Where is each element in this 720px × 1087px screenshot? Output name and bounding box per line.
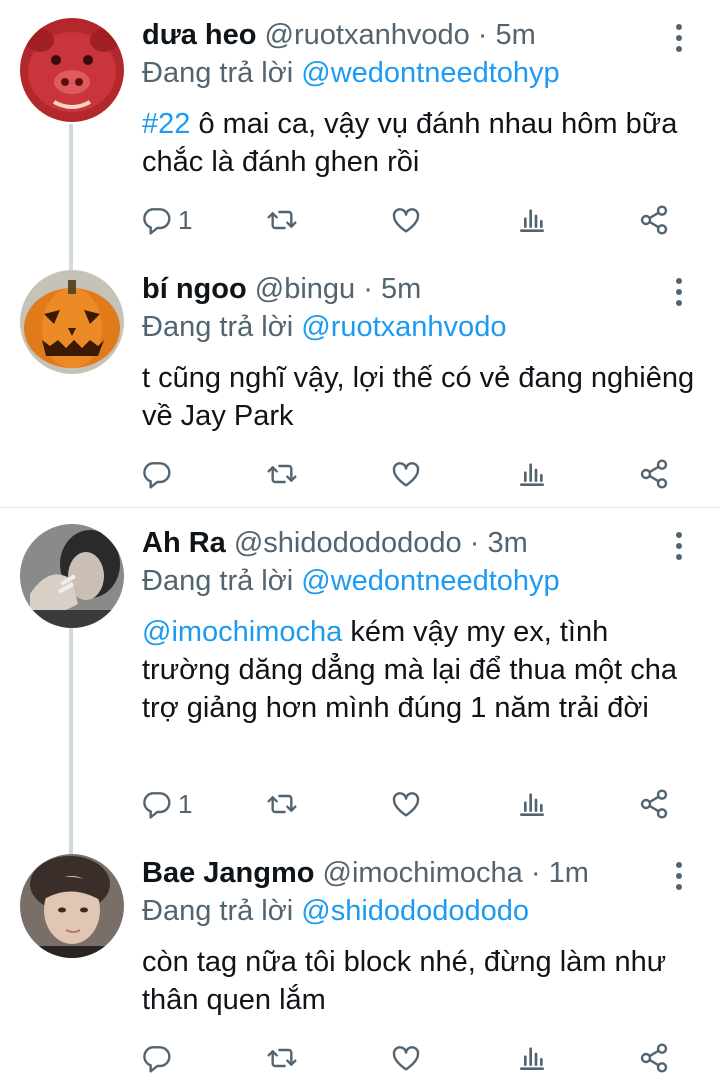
- reply-icon: [143, 208, 171, 235]
- retweet-button[interactable]: [266, 784, 298, 824]
- like-icon: [392, 462, 420, 487]
- analytics-button[interactable]: [516, 200, 548, 240]
- avatar[interactable]: [20, 18, 124, 122]
- avatar[interactable]: [20, 524, 124, 628]
- reply-context: Đang trả lời @shidododododo: [142, 894, 529, 928]
- divider: [0, 507, 720, 508]
- display-name[interactable]: Ah Ra: [142, 527, 226, 559]
- retweet-button[interactable]: [266, 200, 298, 240]
- more-icon[interactable]: [668, 274, 690, 310]
- separator: ·: [363, 273, 373, 305]
- retweet-button[interactable]: [266, 454, 298, 494]
- reply-prefix: Đang trả lời: [142, 311, 294, 343]
- timestamp[interactable]: 5m: [381, 273, 421, 305]
- tweet-header: Bae Jangmo @imochimocha · 1m: [142, 856, 589, 890]
- user-handle[interactable]: @shidododododo: [234, 527, 462, 559]
- reply-button[interactable]: [140, 1038, 178, 1078]
- action-bar: 1: [0, 200, 720, 240]
- analytics-icon: [520, 1047, 544, 1070]
- tweet-text: @imochimocha kém vậy my ex, tình trường …: [142, 613, 702, 727]
- display-name[interactable]: dưa heo: [142, 19, 256, 51]
- timestamp[interactable]: 1m: [549, 857, 589, 889]
- analytics-icon: [520, 463, 544, 486]
- action-bar: [0, 1038, 720, 1078]
- avatar[interactable]: [20, 854, 124, 958]
- reply-to-link[interactable]: @ruotxanhvodo: [301, 311, 506, 343]
- separator: ·: [469, 527, 480, 559]
- tweet-body: ô mai ca, vậy vụ đánh nhau hôm bữa chắc …: [142, 108, 678, 178]
- display-name[interactable]: bí ngoo: [142, 273, 247, 305]
- share-button[interactable]: [638, 200, 670, 240]
- more-icon[interactable]: [668, 858, 690, 894]
- reply-context: Đang trả lời @wedontneedtohyp: [142, 56, 560, 90]
- share-icon: [640, 789, 668, 819]
- reply-icon: [143, 792, 171, 819]
- mention-link[interactable]: @imochimocha: [142, 616, 342, 648]
- reply-count: 1: [178, 204, 193, 235]
- reply-icon: [143, 462, 171, 489]
- reply-context: Đang trả lời @ruotxanhvodo: [142, 310, 506, 344]
- reply-to-link[interactable]: @wedontneedtohyp: [301, 57, 559, 89]
- share-button[interactable]: [638, 454, 670, 494]
- reply-context: Đang trả lời @wedontneedtohyp: [142, 564, 560, 598]
- tweet-text: #22 ô mai ca, vậy vụ đánh nhau hôm bữa c…: [142, 105, 702, 181]
- like-button[interactable]: [390, 1038, 422, 1078]
- like-icon: [392, 208, 420, 233]
- separator: ·: [530, 857, 541, 889]
- reply-icon: [143, 1046, 171, 1073]
- like-icon: [392, 792, 420, 817]
- retweet-icon: [267, 210, 297, 230]
- timestamp[interactable]: 3m: [487, 527, 527, 559]
- analytics-icon: [520, 209, 544, 232]
- tweet-header: bí ngoo @bingu · 5m: [142, 272, 421, 306]
- share-icon: [640, 205, 668, 235]
- reply-prefix: Đang trả lời: [142, 57, 294, 89]
- timestamp[interactable]: 5m: [496, 19, 536, 51]
- analytics-button[interactable]: [516, 784, 548, 824]
- reply-button[interactable]: 1: [140, 784, 192, 824]
- reply-to-link[interactable]: @shidododododo: [301, 895, 529, 927]
- retweet-icon: [267, 1048, 297, 1068]
- hashtag-link[interactable]: #22: [142, 108, 190, 140]
- display-name[interactable]: Bae Jangmo: [142, 857, 314, 889]
- tweet-header: dưa heo @ruotxanhvodo · 5m: [142, 18, 536, 52]
- like-icon: [392, 1046, 420, 1071]
- retweet-button[interactable]: [266, 1038, 298, 1078]
- user-handle[interactable]: @bingu: [255, 273, 355, 305]
- action-bar: [0, 454, 720, 494]
- analytics-button[interactable]: [516, 454, 548, 494]
- share-icon: [640, 459, 668, 489]
- analytics-button[interactable]: [516, 1038, 548, 1078]
- tweet-header: Ah Ra @shidododododo · 3m: [142, 526, 528, 560]
- retweet-icon: [267, 794, 297, 814]
- share-button[interactable]: [638, 784, 670, 824]
- more-icon[interactable]: [668, 528, 690, 564]
- action-bar: 1: [0, 784, 720, 824]
- more-icon[interactable]: [668, 20, 690, 56]
- analytics-icon: [520, 793, 544, 816]
- share-button[interactable]: [638, 1038, 670, 1078]
- retweet-icon: [267, 464, 297, 484]
- like-button[interactable]: [390, 784, 422, 824]
- tweet-text: t cũng nghĩ vậy, lợi thế có vẻ đang nghi…: [142, 359, 702, 435]
- share-icon: [640, 1043, 668, 1073]
- reply-prefix: Đang trả lời: [142, 565, 294, 597]
- reply-to-link[interactable]: @wedontneedtohyp: [301, 565, 559, 597]
- thread-line: [69, 124, 73, 270]
- reply-button[interactable]: 1: [140, 200, 192, 240]
- like-button[interactable]: [390, 454, 422, 494]
- separator: ·: [477, 19, 488, 51]
- reply-count: 1: [178, 788, 193, 819]
- reply-button[interactable]: [140, 454, 178, 494]
- tweet-text: còn tag nữa tôi block nhé, đừng làm như …: [142, 943, 702, 1019]
- user-handle[interactable]: @imochimocha: [323, 857, 523, 889]
- like-button[interactable]: [390, 200, 422, 240]
- tweet-body: còn tag nữa tôi block nhé, đừng làm như …: [142, 946, 667, 1016]
- user-handle[interactable]: @ruotxanhvodo: [265, 19, 470, 51]
- avatar[interactable]: [20, 270, 124, 374]
- tweet-body: t cũng nghĩ vậy, lợi thế có vẻ đang nghi…: [142, 362, 695, 432]
- reply-prefix: Đang trả lời: [142, 895, 294, 927]
